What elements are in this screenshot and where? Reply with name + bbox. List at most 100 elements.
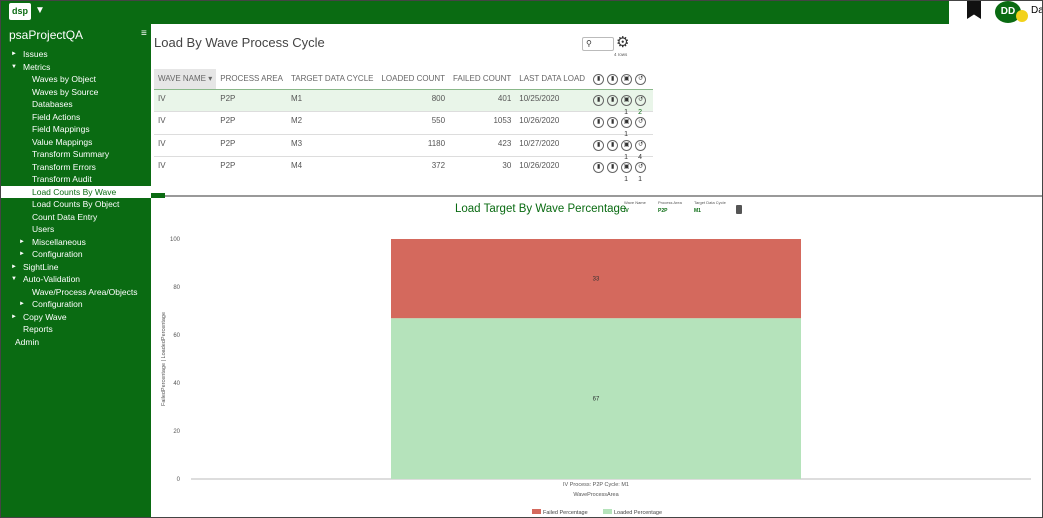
- sidebar-item-sightline[interactable]: ► SightLine: [1, 261, 151, 274]
- chart-icon[interactable]: ▮: [607, 94, 619, 106]
- sidebar-item-users[interactable]: Users: [1, 223, 151, 236]
- filter-value-wave: IV: [624, 208, 629, 214]
- sidebar-item-admin[interactable]: Admin: [1, 336, 151, 349]
- grid-header-row: WAVE NAME ▾ PROCESS AREA TARGET DATA CYCLE…: [154, 69, 653, 89]
- box-icon[interactable]: ▣ 1: [621, 162, 633, 183]
- column-header[interactable]: LOADED COUNT: [377, 69, 449, 89]
- expand-icon[interactable]: ►: [11, 311, 17, 324]
- project-name[interactable]: psaProjectQA: [9, 28, 83, 42]
- sidebar-item-label: Waves by Source: [32, 86, 99, 97]
- sidebar-item-label: Count Data Entry: [32, 211, 98, 222]
- loaded-count-cell: 372: [377, 156, 450, 179]
- table-row[interactable]: IV P2P M4 372 30 10/26/2020 ▮ ▮ ▣ 1 ↺ 1: [154, 156, 654, 183]
- sidebar-item-label: Field Mappings: [32, 124, 90, 134]
- sidebar-item-field-mappings[interactable]: Field Mappings: [1, 123, 151, 136]
- sidebar-item-auto-validation[interactable]: ▼ Auto-Validation: [1, 273, 151, 286]
- sidebar-item-count-data-entry[interactable]: Count Data Entry: [1, 211, 151, 224]
- chart-icon[interactable]: ▮: [593, 94, 605, 106]
- sidebar-item-databases[interactable]: Databases: [1, 98, 151, 111]
- process-area-cell: P2P: [216, 133, 287, 157]
- sidebar-item-configuration[interactable]: ► Configuration: [1, 248, 151, 261]
- row-actions: ▮ ▮ ▣ 1 ↺ 1: [589, 156, 654, 183]
- legend-swatch: [603, 509, 612, 514]
- process-area-cell: P2P: [216, 156, 287, 179]
- expand-icon[interactable]: ►: [11, 261, 17, 274]
- x-tick-label: IV Process: P2P Cycle: M1: [563, 482, 629, 488]
- collapse-icon[interactable]: ▼: [11, 273, 17, 286]
- table-row[interactable]: IV P2P M1 800 401 10/25/2020 ▮ ▮ ▣ 1 ↺ 2: [154, 88, 654, 116]
- chart-icon[interactable]: ▮: [593, 139, 605, 151]
- sidebar-item-load-counts-by-wave[interactable]: Load Counts By Wave: [1, 185, 151, 198]
- chart-icon[interactable]: ▮: [593, 162, 605, 173]
- box-icon[interactable]: ▣: [621, 73, 633, 85]
- column-header[interactable]: FAILED COUNT: [449, 69, 515, 89]
- expand-icon[interactable]: ►: [19, 298, 25, 311]
- sidebar-item-copy-wave[interactable]: ► Copy Wave: [1, 311, 151, 324]
- expand-icon[interactable]: ►: [11, 48, 17, 61]
- dsp-logo[interactable]: dsp: [9, 3, 31, 20]
- sidebar-item-miscellaneous[interactable]: ► Miscellaneous: [1, 236, 151, 249]
- table-row[interactable]: IV P2P M3 1180 423 10/27/2020 ▮ ▮ ▣ 1 ↺ 4: [154, 133, 654, 161]
- sidebar-item-transform-audit[interactable]: Transform Audit: [1, 173, 151, 186]
- table-row[interactable]: IV P2P M2 550 1053 10/26/2020 ▮ ▮ ▣ 1 ↺: [154, 111, 654, 138]
- box-icon[interactable]: ▣ 1: [621, 139, 633, 161]
- row-actions: ▮ ▮ ▣ 1 ↺ 4: [589, 133, 654, 161]
- history-icon[interactable]: ↺ 1: [635, 162, 647, 183]
- history-icon[interactable]: ↺: [635, 73, 647, 85]
- history-icon[interactable]: ↺ 2: [635, 94, 647, 116]
- failed-count-cell: 1053: [449, 111, 516, 134]
- app-window: dsp ▼ DD Da psaProjectQA ≡ ► Issues ▼ Metri…: [0, 0, 1043, 518]
- app-switcher-caret-icon[interactable]: ▼: [35, 5, 45, 16]
- panel-divider[interactable]: [151, 195, 1042, 197]
- box-icon[interactable]: ▣ 1: [621, 94, 633, 116]
- chart-icon[interactable]: ▮: [607, 117, 619, 128]
- sidebar-item-wave-process-area-objects[interactable]: Wave/Process Area/Objects: [1, 286, 151, 299]
- target-cycle-cell: M3: [286, 133, 378, 157]
- sidebar-item-reports[interactable]: Reports: [1, 323, 151, 336]
- sidebar-item-metrics[interactable]: ▼ Metrics: [1, 61, 151, 74]
- column-header[interactable]: WAVE NAME ▾: [154, 69, 217, 89]
- history-icon[interactable]: ↺: [635, 117, 647, 128]
- filter-label-wave: Wave Name: [624, 200, 646, 205]
- user-name[interactable]: Da: [1031, 5, 1042, 16]
- expand-icon[interactable]: ►: [19, 248, 25, 261]
- sidebar-item-label: Waves by Object: [32, 74, 96, 84]
- sidebar-item-waves-by-object[interactable]: Waves by Object: [1, 73, 151, 86]
- last-load-cell: 10/27/2020: [515, 133, 590, 157]
- column-header[interactable]: TARGET DATA CYCLE: [287, 69, 378, 89]
- page-title: Load By Wave Process Cycle: [154, 35, 325, 50]
- chart-icon[interactable]: ▮: [593, 117, 605, 128]
- gear-icon[interactable]: ⚙: [616, 33, 629, 51]
- collapse-icon[interactable]: ▼: [11, 61, 17, 74]
- wave-name-cell: IV: [154, 111, 217, 134]
- sidebar-item-label: Auto-Validation: [23, 274, 81, 284]
- row-actions: ▮ ▮ ▣ 1 ↺: [589, 111, 654, 138]
- sidebar-item-load-counts-by-object[interactable]: Load Counts By Object: [1, 198, 151, 211]
- sidebar-item-label: Configuration: [32, 249, 83, 259]
- sidebar-item-field-actions[interactable]: Field Actions: [1, 111, 151, 124]
- chart-icon[interactable]: ▮: [607, 139, 619, 151]
- sidebar-item-label: Users: [32, 224, 55, 234]
- sidebar-item-transform-summary[interactable]: Transform Summary: [1, 148, 151, 161]
- chart-icon[interactable]: ▮: [607, 73, 619, 85]
- history-icon[interactable]: ↺ 4: [635, 139, 647, 161]
- sidebar-item-configuration[interactable]: ► Configuration: [1, 298, 151, 311]
- sidebar-item-waves-by-source[interactable]: Waves by Source: [1, 86, 151, 99]
- menu-icon[interactable]: ≡: [141, 28, 147, 39]
- splitter-handle[interactable]: [151, 193, 165, 198]
- data-label: 33: [593, 277, 600, 283]
- sidebar-item-transform-errors[interactable]: Transform Errors: [1, 161, 151, 174]
- column-header[interactable]: PROCESS AREA: [216, 69, 287, 89]
- grid-body: IV P2P M1 800 401 10/25/2020 ▮ ▮ ▣ 1 ↺ 2 IV P2P M2 550 1…: [154, 88, 654, 183]
- column-header[interactable]: LAST DATA LOAD: [515, 69, 589, 89]
- count-badge: 1: [624, 176, 628, 183]
- search-input[interactable]: ⚲: [582, 37, 614, 51]
- sidebar-item-value-mappings[interactable]: Value Mappings: [1, 136, 151, 149]
- y-tick-label: 40: [173, 381, 180, 387]
- expand-icon[interactable]: ►: [19, 236, 25, 249]
- chart-icon[interactable]: ▮: [593, 73, 605, 85]
- sidebar-item-issues[interactable]: ► Issues: [1, 48, 151, 61]
- mobile-view-icon[interactable]: [736, 205, 742, 214]
- chart-icon[interactable]: ▮: [607, 162, 619, 173]
- box-icon[interactable]: ▣ 1: [621, 117, 633, 138]
